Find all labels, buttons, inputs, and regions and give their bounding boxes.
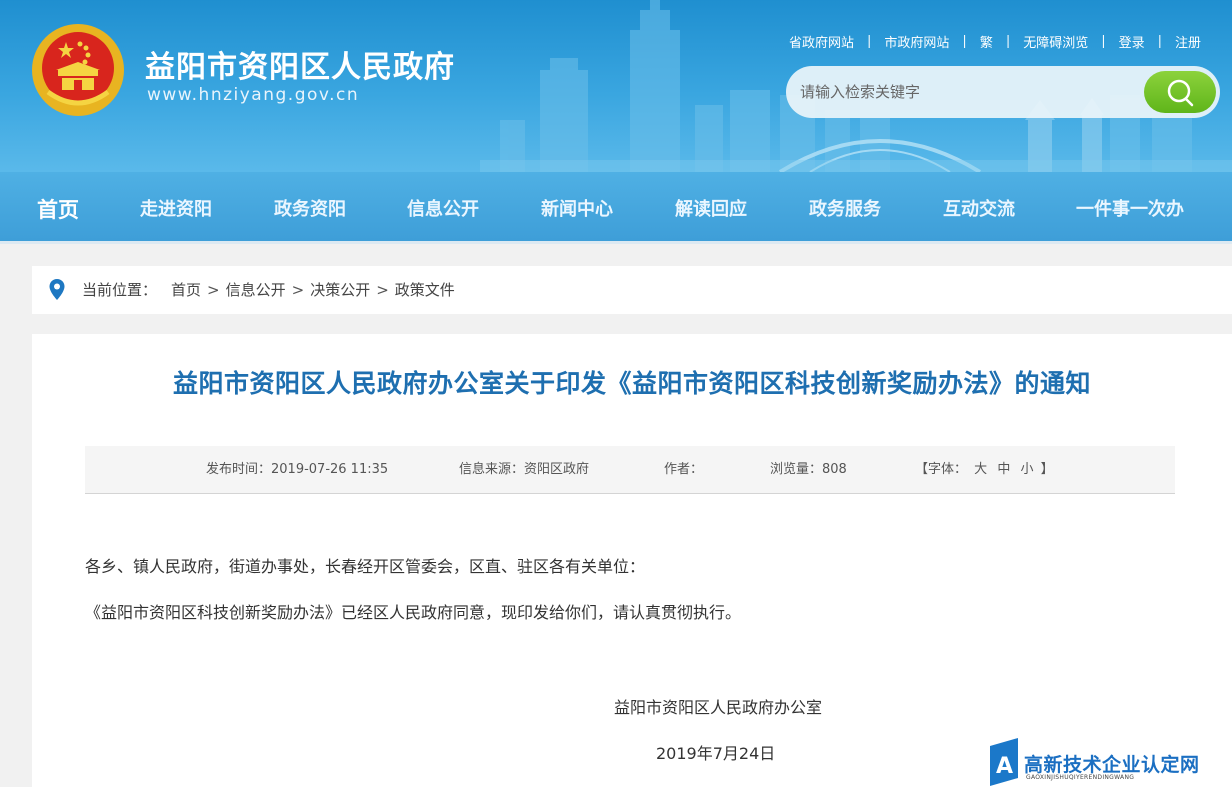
city-gov-link[interactable]: 市政府网站: [884, 32, 949, 51]
breadcrumb-separator: >: [376, 281, 389, 299]
site-header: 益阳市资阳区人民政府 www.hnziyang.gov.cn 省政府网站 | 市…: [0, 0, 1232, 172]
nav-item-home[interactable]: 首页: [37, 172, 79, 244]
watermark-logo: A 高新技术企业认定网 GAOXINJISHUQIYERENDINGWANG: [986, 738, 1232, 787]
main-nav: 首页 走进资阳 政务资阳 信息公开 新闻中心 解读回应 政务服务 互动交流 一件…: [0, 172, 1232, 244]
breadcrumb-home[interactable]: 首页: [171, 266, 201, 314]
font-size-small[interactable]: 小: [1020, 462, 1033, 477]
font-size-large[interactable]: 大: [974, 462, 987, 477]
location-pin-icon: [49, 279, 65, 300]
article-panel: 益阳市资阳区人民政府办公室关于印发《益阳市资阳区科技创新奖励办法》的通知 发布时…: [32, 334, 1232, 787]
accessibility-link[interactable]: 无障碍浏览: [1023, 32, 1088, 51]
font-size-controls: 【字体： 大 中 小 】: [915, 446, 1054, 494]
breadcrumb: 当前位置： 首页 > 信息公开 > 决策公开 > 政策文件: [32, 266, 1232, 314]
separator: |: [1101, 33, 1106, 49]
view-count: 浏览量：808: [770, 462, 847, 477]
breadcrumb-separator: >: [207, 281, 220, 299]
watermark-subtext: GAOXINJISHUQIYERENDINGWANG: [1026, 774, 1135, 781]
search-box: [786, 66, 1220, 118]
site-title: 益阳市资阳区人民政府: [145, 50, 455, 85]
nav-item-news[interactable]: 新闻中心: [541, 172, 613, 244]
register-link[interactable]: 注册: [1175, 32, 1201, 51]
search-input[interactable]: [800, 66, 1140, 118]
separator: |: [962, 33, 967, 49]
article-title: 益阳市资阳区人民政府办公室关于印发《益阳市资阳区科技创新奖励办法》的通知: [172, 369, 1091, 398]
breadcrumb-policy-docs[interactable]: 政策文件: [395, 266, 455, 314]
breadcrumb-label: 当前位置：: [82, 281, 158, 299]
site-url: www.hnziyang.gov.cn: [147, 85, 360, 105]
article-paragraph: 各乡、镇人民政府，街道办事处，长春经开区管委会，区直、驻区各有关单位：: [85, 557, 646, 576]
nav-item-gov-affairs[interactable]: 政务资阳: [274, 172, 346, 244]
province-gov-link[interactable]: 省政府网站: [789, 32, 854, 51]
national-emblem-icon: [32, 24, 124, 116]
separator: |: [1157, 33, 1163, 49]
publish-time: 发布时间：2019-07-26 11:35: [206, 462, 389, 477]
author: 作者：: [664, 462, 704, 477]
nav-item-interpretation[interactable]: 解读回应: [675, 172, 747, 244]
nav-item-one-stop[interactable]: 一件事一次办: [1076, 172, 1184, 244]
font-size-suffix: 】: [1040, 462, 1054, 477]
breadcrumb-trail: 当前位置： 首页 > 信息公开 > 决策公开 > 政策文件: [82, 266, 455, 314]
svg-text:A: A: [996, 754, 1013, 779]
login-link[interactable]: 登录: [1119, 32, 1145, 51]
separator: |: [867, 33, 872, 49]
nav-item-services[interactable]: 政务服务: [809, 172, 881, 244]
breadcrumb-separator: >: [291, 281, 305, 299]
nav-item-interaction[interactable]: 互动交流: [943, 172, 1015, 244]
top-links: 省政府网站 | 市政府网站 | 繁 | 无障碍浏览 | 登录 | 注册: [789, 32, 1232, 51]
info-source: 信息来源：资阳区政府: [459, 462, 590, 477]
font-size-prefix: 【字体：: [915, 462, 968, 477]
signature-org: 益阳市资阳区人民政府办公室: [614, 698, 823, 717]
search-button[interactable]: [1144, 71, 1216, 113]
font-size-medium[interactable]: 中: [997, 462, 1010, 477]
nav-item-about[interactable]: 走进资阳: [140, 172, 212, 244]
search-icon: [1167, 79, 1194, 107]
signature-date: 2019年7月24日: [656, 744, 776, 763]
breadcrumb-decision-disclosure[interactable]: 决策公开: [310, 266, 370, 314]
watermark-text: 高新技术企业认定网: [1024, 754, 1200, 776]
separator: |: [1005, 33, 1011, 49]
nav-item-info-disclosure[interactable]: 信息公开: [407, 172, 479, 244]
traditional-chinese-link[interactable]: 繁: [980, 32, 993, 51]
watermark-a-icon: A: [990, 738, 1018, 786]
breadcrumb-info-disclosure[interactable]: 信息公开: [226, 266, 286, 314]
article-paragraph: 《益阳市资阳区科技创新奖励办法》已经区人民政府同意，现印发给你们，请认真贯彻执行…: [85, 603, 742, 622]
article-meta-bar: 发布时间：2019-07-26 11:35 信息来源：资阳区政府 作者： 浏览量…: [85, 446, 1175, 494]
